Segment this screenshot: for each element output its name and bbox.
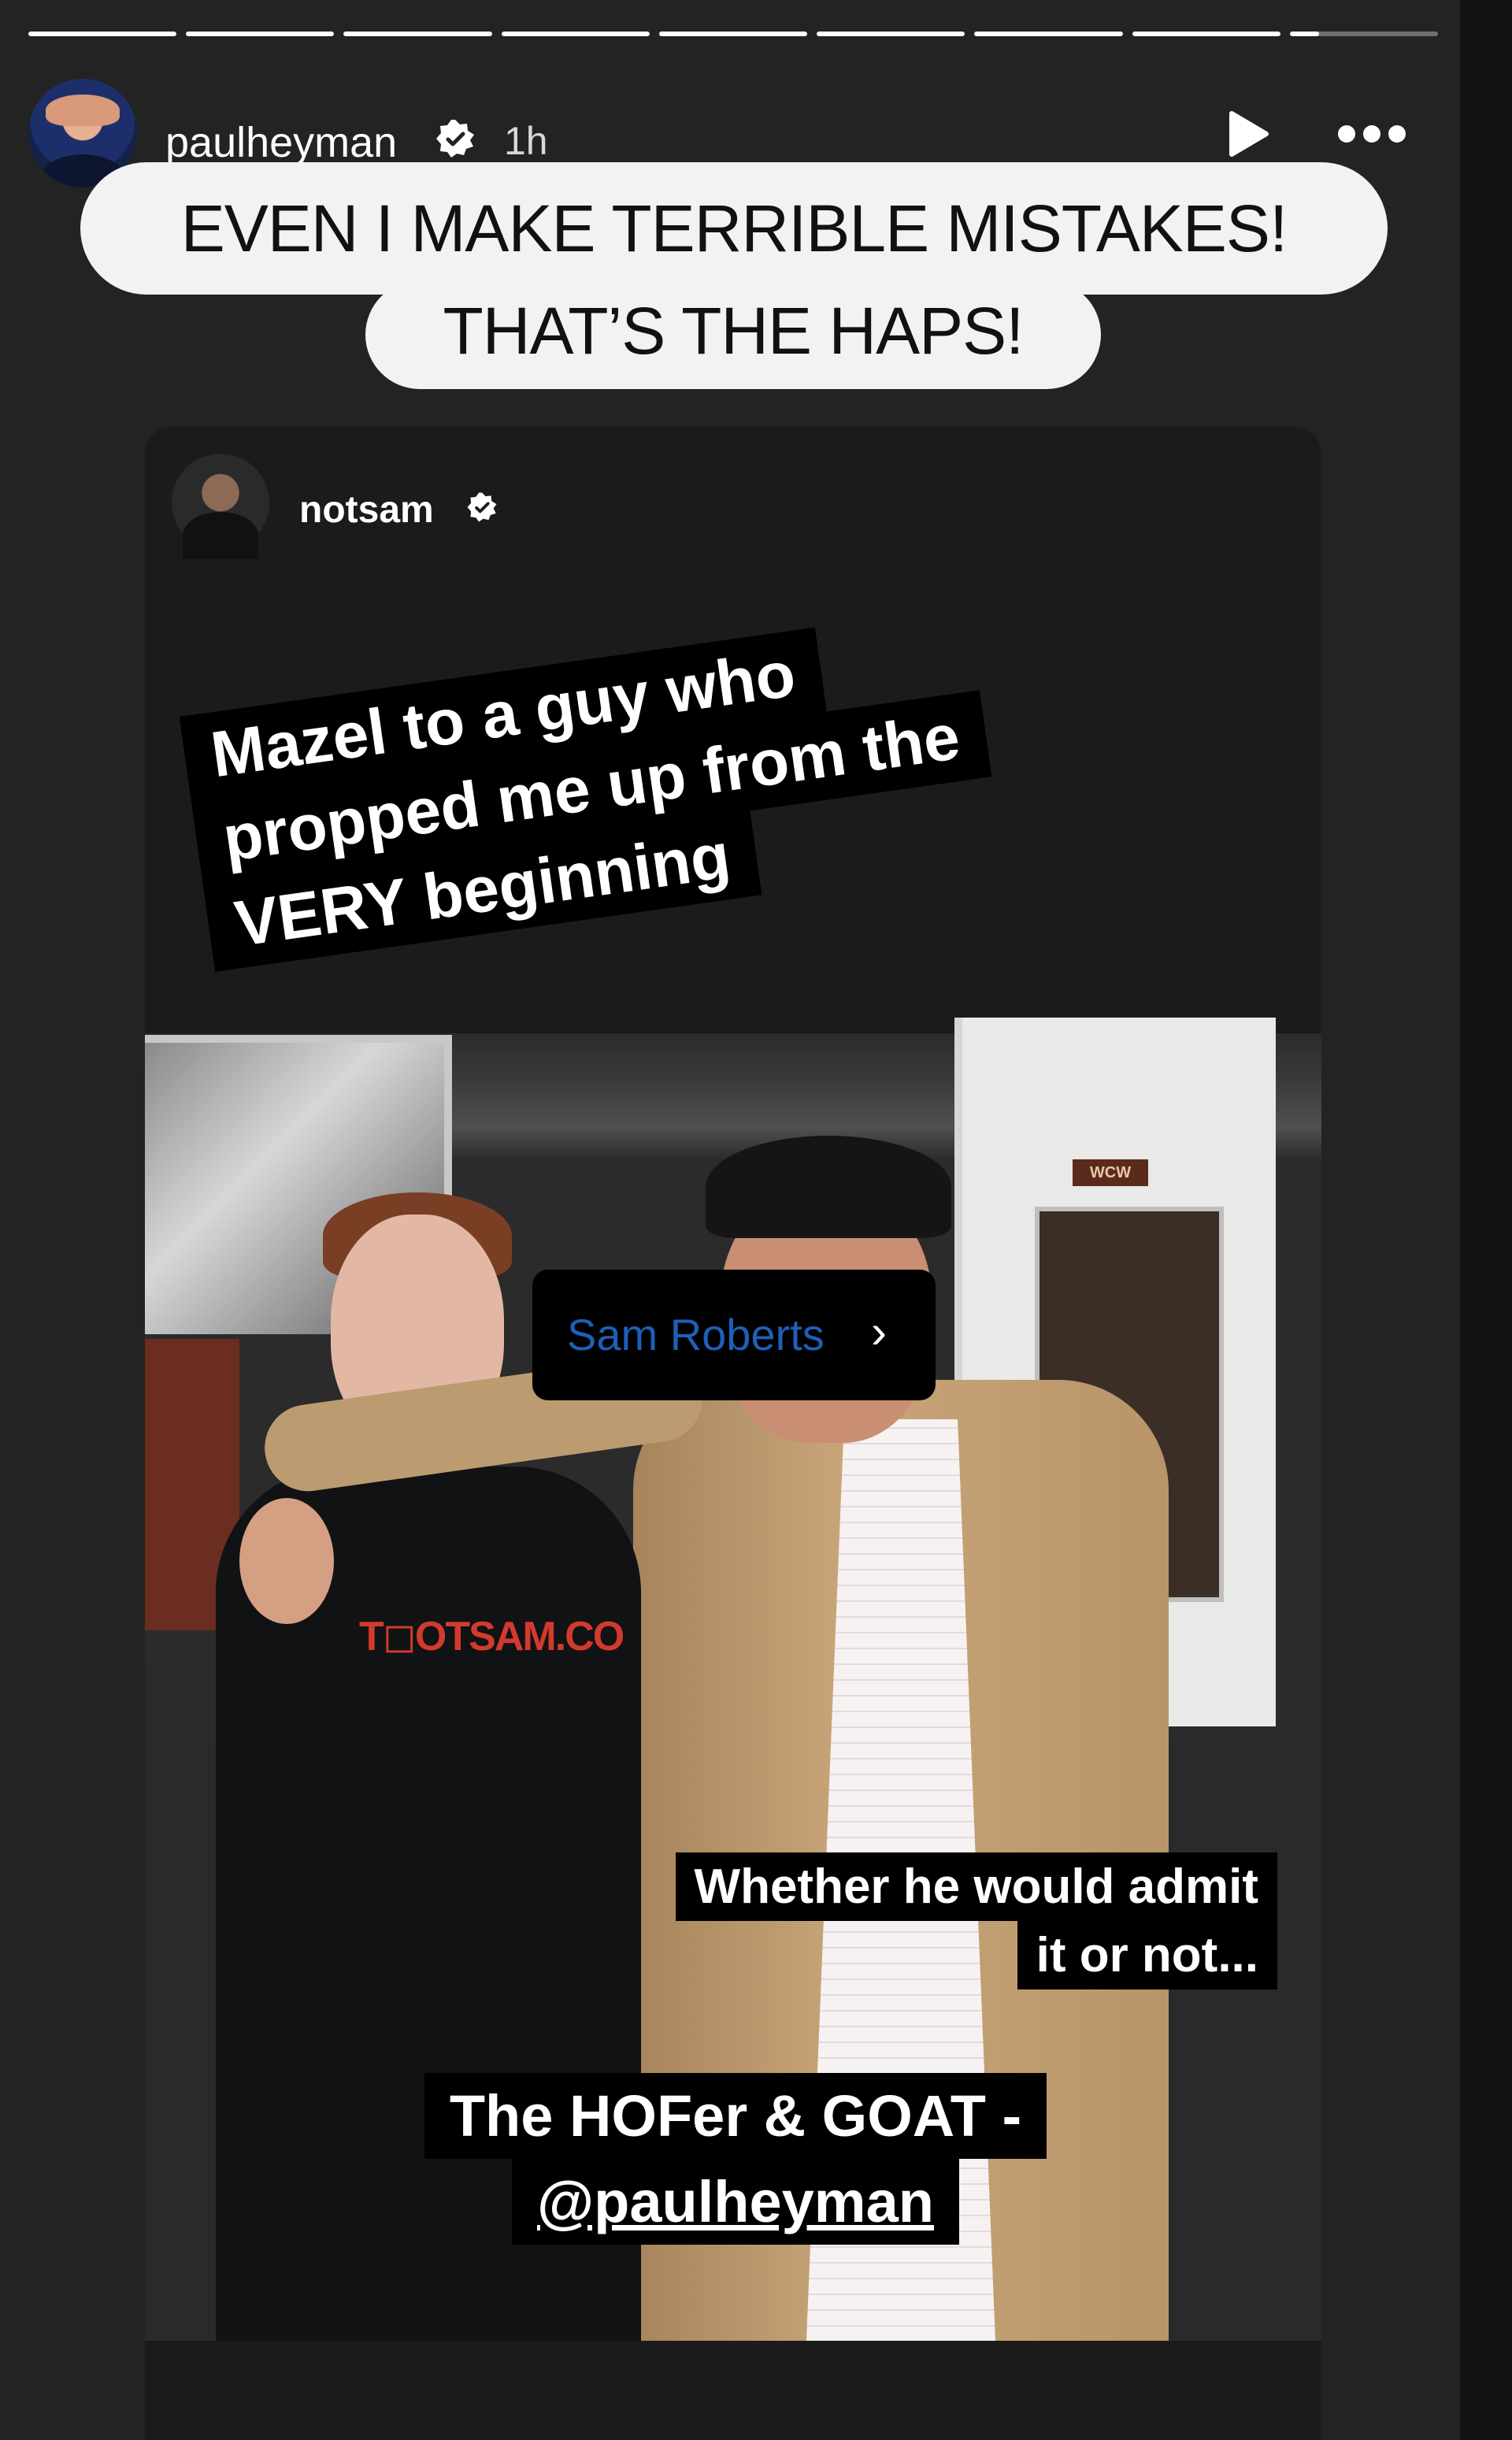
story-progress-bar <box>28 32 1438 36</box>
mention-link[interactable]: @paulheyman <box>512 2159 959 2245</box>
bottom-caption-line-1: The HOFer & GOAT - <box>424 2073 1047 2159</box>
post-time: 1h <box>504 119 548 163</box>
progress-segment <box>28 32 177 36</box>
play-icon[interactable] <box>1224 109 1271 159</box>
progress-segment-fill <box>817 32 965 36</box>
photo-hand <box>239 1498 334 1624</box>
photo-shirt-text: T◻OTSAM.CO <box>359 1614 624 1659</box>
author-username[interactable]: paulheyman <box>165 118 397 167</box>
progress-segment <box>1289 32 1438 36</box>
progress-segment-fill <box>343 32 492 36</box>
bottom-caption: The HOFer & GOAT - @paulheyman <box>381 2073 1090 2245</box>
progress-segment-fill <box>1289 32 1320 36</box>
progress-segment-fill <box>1132 32 1280 36</box>
secondary-caption-line-2: it or not... <box>1017 1921 1277 1989</box>
secondary-caption-line-1: Whether he would admit <box>675 1852 1277 1921</box>
progress-segment <box>186 32 335 36</box>
progress-segment-fill <box>658 32 808 36</box>
progress-segment <box>658 32 808 36</box>
photo-door-sign: WCW <box>1073 1159 1148 1186</box>
progress-segment-fill <box>28 32 177 36</box>
secondary-caption: Whether he would admit it or not... <box>675 1852 1277 1989</box>
avatar-hands <box>46 95 120 126</box>
shared-author-avatar[interactable] <box>172 454 269 559</box>
progress-segment <box>501 32 650 36</box>
verified-badge-icon <box>436 120 474 158</box>
shared-avatar-body <box>183 512 258 559</box>
verified-badge-icon <box>467 492 497 522</box>
progress-segment <box>343 32 492 36</box>
chevron-right-icon: › <box>871 1305 887 1358</box>
right-edge-strip <box>1460 0 1512 2440</box>
photo-man-cap <box>706 1136 951 1238</box>
progress-segment <box>1132 32 1280 36</box>
progress-segment-fill <box>974 32 1123 36</box>
shared-story-card[interactable]: notsam WCW T◻OTSAM.CO Mazel to a guy who… <box>145 427 1321 2440</box>
progress-segment <box>817 32 965 36</box>
progress-segment <box>974 32 1123 36</box>
shared-author-username[interactable]: notsam <box>299 488 434 532</box>
headline-line-2: THAT’S THE HAPS! <box>365 280 1101 389</box>
tag-pill-sam-roberts[interactable]: Sam Roberts › <box>532 1270 936 1400</box>
progress-segment-fill <box>186 32 335 36</box>
tag-label: Sam Roberts <box>567 1310 825 1359</box>
main-caption: Mazel to a guy who propped me up from th… <box>179 569 1276 972</box>
headline-line-1: EVEN I MAKE TERRIBLE MISTAKES! <box>80 162 1388 295</box>
progress-segment-fill <box>501 32 650 36</box>
more-icon[interactable] <box>1336 121 1408 146</box>
